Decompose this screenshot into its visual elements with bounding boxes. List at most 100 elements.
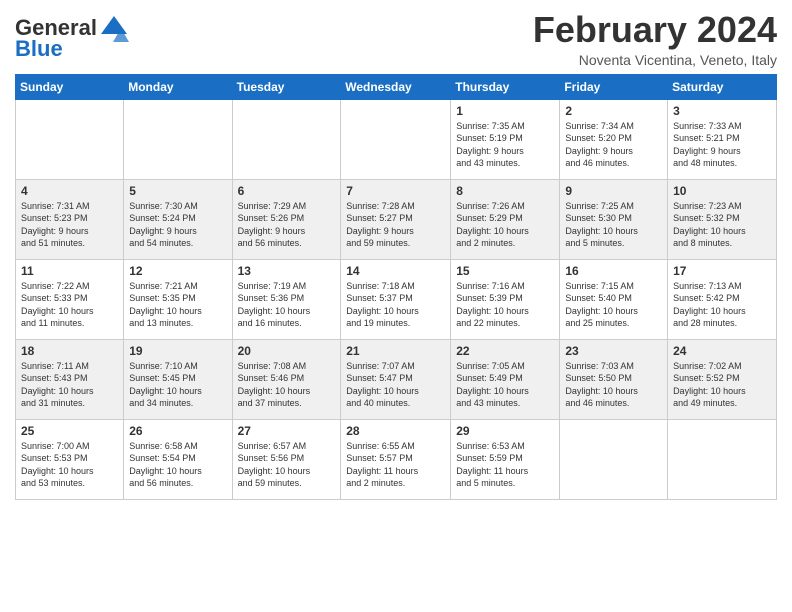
calendar-cell-1-6: 10Sunrise: 7:23 AMSunset: 5:32 PMDayligh… <box>668 179 777 259</box>
day-info: Sunrise: 7:00 AMSunset: 5:53 PMDaylight:… <box>21 440 118 490</box>
day-info-line: Sunset: 5:59 PM <box>456 452 554 465</box>
day-info-line: Sunset: 5:33 PM <box>21 292 118 305</box>
day-info-line: Sunrise: 7:30 AM <box>129 200 226 213</box>
day-info-line: Sunset: 5:35 PM <box>129 292 226 305</box>
day-info-line: Sunset: 5:40 PM <box>565 292 662 305</box>
calendar-cell-1-5: 9Sunrise: 7:25 AMSunset: 5:30 PMDaylight… <box>560 179 668 259</box>
day-info-line: Sunset: 5:49 PM <box>456 372 554 385</box>
day-info-line: and 43 minutes. <box>456 397 554 410</box>
day-info: Sunrise: 7:25 AMSunset: 5:30 PMDaylight:… <box>565 200 662 250</box>
calendar-cell-2-4: 15Sunrise: 7:16 AMSunset: 5:39 PMDayligh… <box>451 259 560 339</box>
calendar-cell-1-2: 6Sunrise: 7:29 AMSunset: 5:26 PMDaylight… <box>232 179 341 259</box>
day-info-line: Daylight: 11 hours <box>346 465 445 478</box>
day-info-line: Daylight: 10 hours <box>238 465 336 478</box>
day-info-line: Sunrise: 7:18 AM <box>346 280 445 293</box>
day-info-line: and 40 minutes. <box>346 397 445 410</box>
calendar-cell-3-6: 24Sunrise: 7:02 AMSunset: 5:52 PMDayligh… <box>668 339 777 419</box>
calendar-row-3: 18Sunrise: 7:11 AMSunset: 5:43 PMDayligh… <box>16 339 777 419</box>
day-info-line: Daylight: 10 hours <box>346 305 445 318</box>
calendar-cell-4-4: 29Sunrise: 6:53 AMSunset: 5:59 PMDayligh… <box>451 419 560 499</box>
day-info-line: Daylight: 10 hours <box>129 385 226 398</box>
day-info-line: and 56 minutes. <box>129 477 226 490</box>
calendar-cell-0-1 <box>124 99 232 179</box>
month-title: February 2024 <box>533 10 777 50</box>
weekday-header-monday: Monday <box>124 74 232 99</box>
day-info-line: Sunrise: 7:34 AM <box>565 120 662 133</box>
day-info-line: and 2 minutes. <box>456 237 554 250</box>
calendar-cell-3-5: 23 Sunrise: 7:03 AMSunset: 5:50 PMDayligh… <box>560 339 668 419</box>
calendar-row-2: 11 Sunrise: 7:22 AMSunset: 5:33 PMDayligh… <box>16 259 777 339</box>
calendar-cell-4-6 <box>668 419 777 499</box>
day-info-line: Daylight: 10 hours <box>456 305 554 318</box>
day-info-line: Sunset: 5:42 PM <box>673 292 771 305</box>
day-info-line: Sunrise: 7:05 AM <box>456 360 554 373</box>
day-info-line: Sunset: 5:52 PM <box>673 372 771 385</box>
day-info-line: Sunrise: 7:15 AM <box>565 280 662 293</box>
day-info-line: Sunrise: 7:23 AM <box>673 200 771 213</box>
day-info-line: and 5 minutes. <box>565 237 662 250</box>
day-number: 3 <box>673 104 771 118</box>
day-info: Sunrise: 7:03 AMSunset: 5:50 PMDaylight:… <box>565 360 662 410</box>
calendar-row-4: 25Sunrise: 7:00 AMSunset: 5:53 PMDayligh… <box>16 419 777 499</box>
day-number: 25 <box>21 424 118 438</box>
weekday-header-saturday: Saturday <box>668 74 777 99</box>
day-number: 27 <box>238 424 336 438</box>
day-info: Sunrise: 7:07 AMSunset: 5:47 PMDaylight:… <box>346 360 445 410</box>
day-info-line: Sunset: 5:54 PM <box>129 452 226 465</box>
day-info-line: Sunset: 5:45 PM <box>129 372 226 385</box>
day-info-line: Sunset: 5:39 PM <box>456 292 554 305</box>
day-info-line: Sunrise: 7:00 AM <box>21 440 118 453</box>
day-info-line: Sunrise: 6:58 AM <box>129 440 226 453</box>
calendar-cell-3-4: 22 Sunrise: 7:05 AMSunset: 5:49 PMDayligh… <box>451 339 560 419</box>
weekday-header-friday: Friday <box>560 74 668 99</box>
day-info-line: Daylight: 9 hours <box>565 145 662 158</box>
day-number: 1 <box>456 104 554 118</box>
calendar-cell-1-1: 5Sunrise: 7:30 AMSunset: 5:24 PMDaylight… <box>124 179 232 259</box>
day-info: Sunrise: 7:02 AMSunset: 5:52 PMDaylight:… <box>673 360 771 410</box>
day-number: 11 <box>21 264 118 278</box>
calendar-cell-3-3: 21 Sunrise: 7:07 AMSunset: 5:47 PMDayligh… <box>341 339 451 419</box>
day-info: Sunrise: 7:35 AMSunset: 5:19 PMDaylight:… <box>456 120 554 170</box>
day-info: Sunrise: 7:30 AMSunset: 5:24 PMDaylight:… <box>129 200 226 250</box>
calendar-cell-0-3 <box>341 99 451 179</box>
calendar-row-0: 1 Sunrise: 7:35 AMSunset: 5:19 PMDaylight… <box>16 99 777 179</box>
day-info-line: Sunset: 5:29 PM <box>456 212 554 225</box>
day-info-line: and 22 minutes. <box>456 317 554 330</box>
day-info-line: Daylight: 9 hours <box>238 225 336 238</box>
day-info: Sunrise: 7:34 AMSunset: 5:20 PMDaylight:… <box>565 120 662 170</box>
day-info-line: Daylight: 10 hours <box>456 385 554 398</box>
day-info-line: Sunset: 5:36 PM <box>238 292 336 305</box>
day-info-line: and 59 minutes. <box>238 477 336 490</box>
day-info-line: Sunrise: 7:28 AM <box>346 200 445 213</box>
day-number: 21 <box>346 344 445 358</box>
day-info: Sunrise: 7:26 AMSunset: 5:29 PMDaylight:… <box>456 200 554 250</box>
day-number: 13 <box>238 264 336 278</box>
day-info: Sunrise: 7:15 AMSunset: 5:40 PMDaylight:… <box>565 280 662 330</box>
day-info-line: and 53 minutes. <box>21 477 118 490</box>
day-info: Sunrise: 7:13 AMSunset: 5:42 PMDaylight:… <box>673 280 771 330</box>
calendar-cell-3-1: 19Sunrise: 7:10 AMSunset: 5:45 PMDayligh… <box>124 339 232 419</box>
calendar-cell-1-4: 8Sunrise: 7:26 AMSunset: 5:29 PMDaylight… <box>451 179 560 259</box>
calendar-cell-4-1: 26Sunrise: 6:58 AMSunset: 5:54 PMDayligh… <box>124 419 232 499</box>
day-info-line: Sunrise: 7:07 AM <box>346 360 445 373</box>
day-info-line: and 49 minutes. <box>673 397 771 410</box>
day-info-line: and 37 minutes. <box>238 397 336 410</box>
day-number: 20 <box>238 344 336 358</box>
calendar-cell-4-2: 27Sunrise: 6:57 AMSunset: 5:56 PMDayligh… <box>232 419 341 499</box>
day-number: 23 <box>565 344 662 358</box>
day-info-line: Daylight: 9 hours <box>21 225 118 238</box>
day-info-line: Sunset: 5:53 PM <box>21 452 118 465</box>
day-info: Sunrise: 6:58 AMSunset: 5:54 PMDaylight:… <box>129 440 226 490</box>
day-info-line: Sunrise: 7:08 AM <box>238 360 336 373</box>
day-info-line: and 11 minutes. <box>21 317 118 330</box>
calendar-cell-2-0: 11 Sunrise: 7:22 AMSunset: 5:33 PMDayligh… <box>16 259 124 339</box>
day-number: 22 <box>456 344 554 358</box>
calendar-row-1: 4Sunrise: 7:31 AMSunset: 5:23 PMDaylight… <box>16 179 777 259</box>
calendar-cell-0-6: 3Sunrise: 7:33 AMSunset: 5:21 PMDaylight… <box>668 99 777 179</box>
day-info-line: Sunrise: 7:31 AM <box>21 200 118 213</box>
day-info: Sunrise: 7:22 AMSunset: 5:33 PMDaylight:… <box>21 280 118 330</box>
day-info-line: and 46 minutes. <box>565 157 662 170</box>
day-info-line: Sunset: 5:56 PM <box>238 452 336 465</box>
logo: General Blue <box>15 14 129 61</box>
calendar-cell-0-5: 2Sunrise: 7:34 AMSunset: 5:20 PMDaylight… <box>560 99 668 179</box>
